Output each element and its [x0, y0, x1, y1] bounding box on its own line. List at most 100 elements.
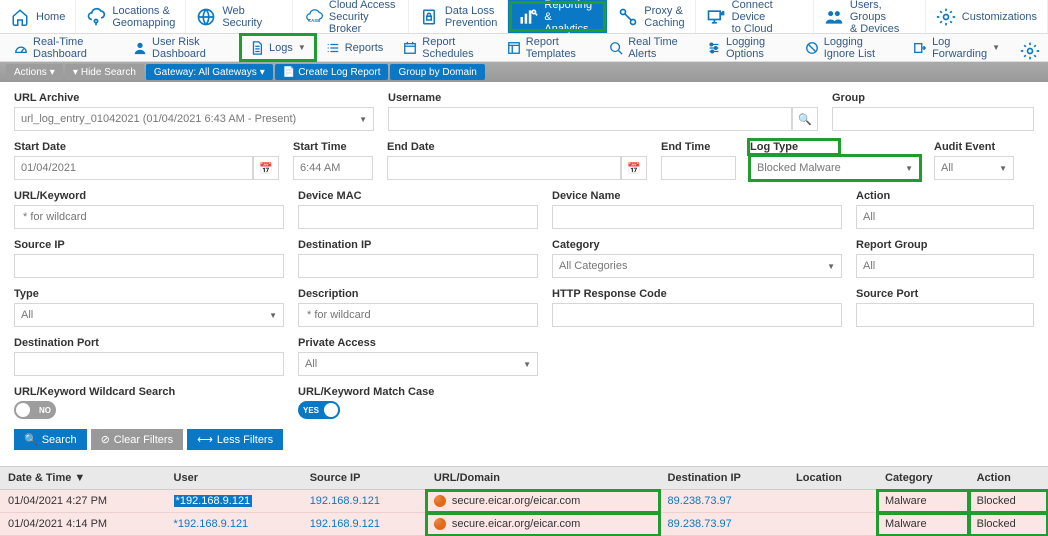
topnav-gear[interactable]: Customizations: [926, 0, 1048, 33]
topnav-home[interactable]: Home: [0, 0, 76, 33]
device-name-label: Device Name: [552, 190, 842, 202]
private-access-select[interactable]: All▼: [298, 352, 538, 376]
topnav-label: Connect Deviceto Cloud: [732, 0, 803, 35]
url-archive-select[interactable]: url_log_entry_01042021 (01/04/2021 6:43 …: [14, 107, 374, 131]
hide-search[interactable]: ▾ Hide Search: [65, 64, 144, 80]
audit-event-label: Audit Event: [934, 141, 1014, 153]
start-time-label: Start Time: [293, 141, 373, 153]
cell-source-ip[interactable]: 192.168.9.121: [302, 490, 426, 513]
topnav-cloud-pin[interactable]: Locations &Geomapping: [76, 0, 186, 33]
col-url-domain[interactable]: URL/Domain: [426, 467, 660, 490]
topnav-label: Customizations: [962, 11, 1037, 23]
subnav-logs[interactable]: Logs ▼: [240, 34, 316, 61]
category-label: Category: [552, 239, 842, 251]
subnav-real-time-alerts[interactable]: Real Time Alerts: [599, 34, 697, 61]
report-group-select[interactable]: All: [856, 254, 1034, 278]
col-action[interactable]: Action: [969, 467, 1048, 490]
end-date-input[interactable]: [387, 156, 621, 180]
alert-icon: [609, 41, 623, 55]
chevron-down-icon: ▼: [992, 43, 1000, 52]
http-code-input[interactable]: [552, 303, 842, 327]
subnav-logging-ignore-list[interactable]: Logging Ignore List: [795, 34, 903, 61]
subnav-log-forwarding[interactable]: Log Forwarding ▼: [903, 34, 1010, 61]
subnav-real-time-dashboard[interactable]: Real-Time Dashboard: [4, 34, 123, 61]
url-keyword-input[interactable]: [14, 205, 284, 229]
col-destination-ip[interactable]: Destination IP: [660, 467, 789, 490]
description-input[interactable]: [298, 303, 538, 327]
topnav-label: Proxy &Caching: [644, 5, 684, 29]
topnav-casb[interactable]: CASBCloud AccessSecurity Broker: [293, 0, 409, 33]
col-location[interactable]: Location: [788, 467, 877, 490]
cell-url[interactable]: secure.eicar.org/eicar.com: [426, 513, 660, 536]
topnav-users[interactable]: Users, Groups& Devices: [814, 0, 926, 33]
subnav-settings[interactable]: [1010, 41, 1044, 55]
subnav-reports[interactable]: Reports: [316, 34, 394, 61]
ignore-icon: [805, 41, 819, 55]
match-case-toggle[interactable]: YES: [298, 401, 340, 419]
start-time-input[interactable]: 6:44 AM: [293, 156, 373, 180]
gateway-filter[interactable]: Gateway: All Gateways ▾: [146, 64, 273, 80]
wildcard-toggle[interactable]: NO: [14, 401, 56, 419]
action-select[interactable]: All: [856, 205, 1034, 229]
clear-filters-button[interactable]: ⊘ Clear Filters: [91, 429, 184, 450]
topnav-proxy[interactable]: Proxy &Caching: [608, 0, 695, 33]
subnav-label: Log Forwarding: [932, 36, 987, 60]
cell-user[interactable]: *192.168.9.121: [166, 513, 302, 536]
start-date-picker[interactable]: 📅: [253, 156, 279, 180]
topnav-label: Reporting &Analytics: [544, 0, 597, 35]
topnav-device[interactable]: Connect Deviceto Cloud: [696, 0, 814, 33]
topnav-lock-doc[interactable]: Data LossPrevention: [409, 0, 509, 33]
less-filters-button[interactable]: ⟷ Less Filters: [187, 429, 283, 450]
group-label: Group: [832, 92, 1034, 104]
source-ip-input[interactable]: [14, 254, 284, 278]
description-label: Description: [298, 288, 538, 300]
actions-menu[interactable]: Actions ▾: [6, 64, 63, 80]
create-log-report[interactable]: 📄 Create Log Report: [275, 64, 389, 80]
device-mac-input[interactable]: [298, 205, 538, 229]
col-date-time[interactable]: Date & Time ▼: [0, 467, 166, 490]
gear-icon: [1020, 41, 1034, 55]
cell-dest-ip[interactable]: 89.238.73.97: [660, 490, 789, 513]
dest-port-input[interactable]: [14, 352, 284, 376]
source-port-input[interactable]: [856, 303, 1034, 327]
start-date-input[interactable]: 01/04/2021: [14, 156, 253, 180]
subnav-user-risk-dashboard[interactable]: User Risk Dashboard: [123, 34, 240, 61]
col-category[interactable]: Category: [877, 467, 969, 490]
group-by-domain[interactable]: Group by Domain: [390, 64, 484, 80]
topnav-globe[interactable]: Web Security: [186, 0, 293, 33]
category-select[interactable]: All Categories▼: [552, 254, 842, 278]
username-input[interactable]: [388, 107, 792, 131]
username-search-button[interactable]: 🔍: [792, 107, 818, 131]
url-archive-label: URL Archive: [14, 92, 374, 104]
cell-source-ip[interactable]: 192.168.9.121: [302, 513, 426, 536]
table-row[interactable]: 01/04/2021 4:14 PM*192.168.9.121192.168.…: [0, 513, 1048, 536]
device-name-input[interactable]: [552, 205, 842, 229]
end-time-input[interactable]: [661, 156, 736, 180]
subnav-report-schedules[interactable]: Report Schedules: [393, 34, 497, 61]
options-icon: [707, 41, 721, 55]
table-row[interactable]: 01/04/2021 4:27 PM*192.168.9.121192.168.…: [0, 490, 1048, 513]
cell-category: Malware: [877, 513, 969, 536]
cell-datetime: 01/04/2021 4:14 PM: [0, 513, 166, 536]
subnav-label: Logs: [269, 42, 293, 54]
action-label: Action: [856, 190, 1034, 202]
subnav-label: User Risk Dashboard: [152, 36, 230, 60]
gear-icon: [936, 7, 956, 27]
audit-event-select[interactable]: All▼: [934, 156, 1014, 180]
search-button[interactable]: 🔍 Search: [14, 429, 87, 450]
cell-user[interactable]: *192.168.9.121: [166, 490, 302, 513]
type-select[interactable]: All▼: [14, 303, 284, 327]
end-date-picker[interactable]: 📅: [621, 156, 647, 180]
log-type-select[interactable]: Blocked Malware▼: [750, 156, 920, 180]
dest-ip-input[interactable]: [298, 254, 538, 278]
cell-dest-ip[interactable]: 89.238.73.97: [660, 513, 789, 536]
casb-icon: CASB: [303, 7, 323, 27]
group-input[interactable]: [832, 107, 1034, 131]
col-source-ip[interactable]: Source IP: [302, 467, 426, 490]
col-user[interactable]: User: [166, 467, 302, 490]
subnav-report-templates[interactable]: Report Templates: [497, 34, 599, 61]
proxy-icon: [618, 7, 638, 27]
subnav-logging-options[interactable]: Logging Options: [697, 34, 795, 61]
cell-url[interactable]: secure.eicar.org/eicar.com: [426, 490, 660, 513]
topnav-bars[interactable]: Reporting &Analytics: [508, 0, 608, 33]
